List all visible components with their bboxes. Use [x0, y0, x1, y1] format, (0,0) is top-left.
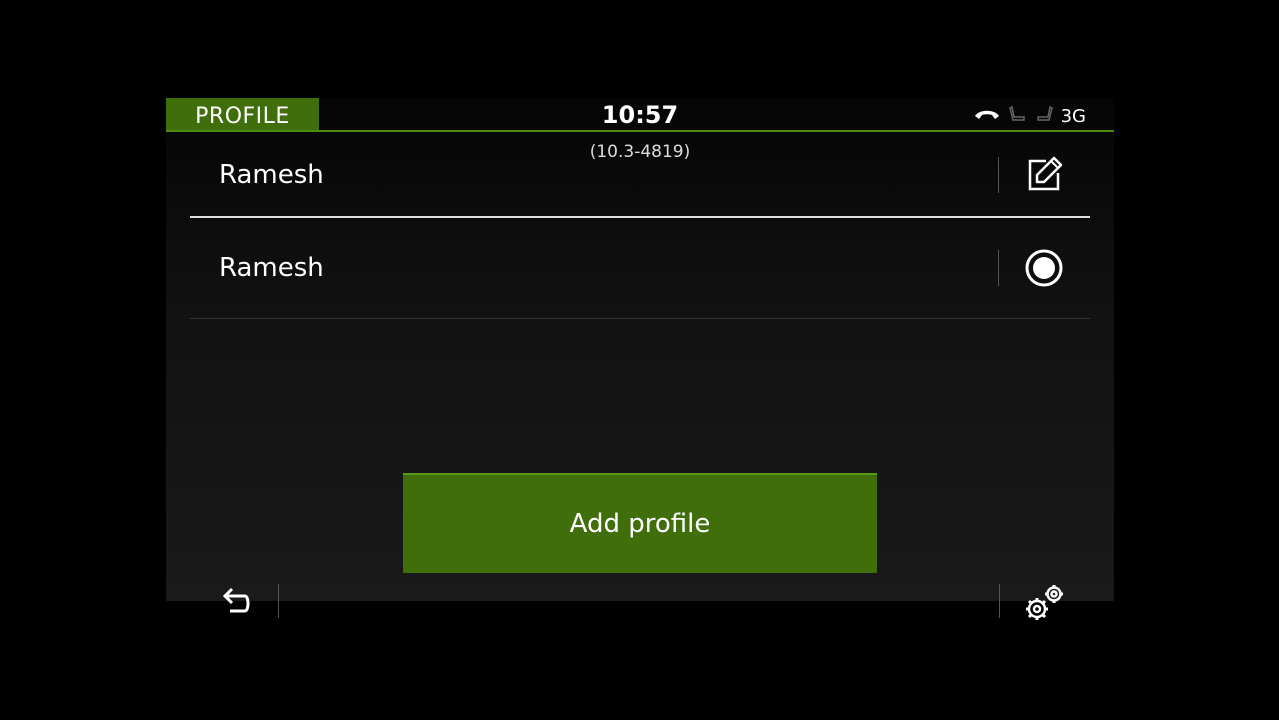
divider [998, 157, 999, 193]
divider [998, 250, 999, 286]
gears-icon[interactable] [1021, 580, 1069, 624]
edit-icon[interactable] [1022, 153, 1066, 197]
status-bar: PROFILE 10:57 3G [166, 98, 1114, 132]
network-indicator: 3G [1060, 105, 1086, 127]
radio-selected-icon[interactable] [1022, 246, 1066, 290]
call-end-icon [973, 106, 1001, 126]
profile-name: Ramesh [219, 253, 324, 283]
status-icons: 3G [973, 104, 1086, 128]
add-profile-button[interactable]: Add profile [403, 473, 877, 573]
seat-icon [1035, 105, 1053, 127]
profile-row[interactable]: Ramesh [190, 218, 1090, 319]
divider [999, 584, 1000, 618]
back-arrow-icon[interactable] [216, 580, 256, 620]
infotainment-screen: PROFILE 10:57 3G (10.3-4819) Ramesh Rame… [166, 98, 1114, 620]
divider [278, 584, 279, 618]
seat-icon [1008, 105, 1027, 127]
profile-row[interactable]: Ramesh [190, 134, 1090, 218]
profile-name: Ramesh [219, 160, 324, 190]
